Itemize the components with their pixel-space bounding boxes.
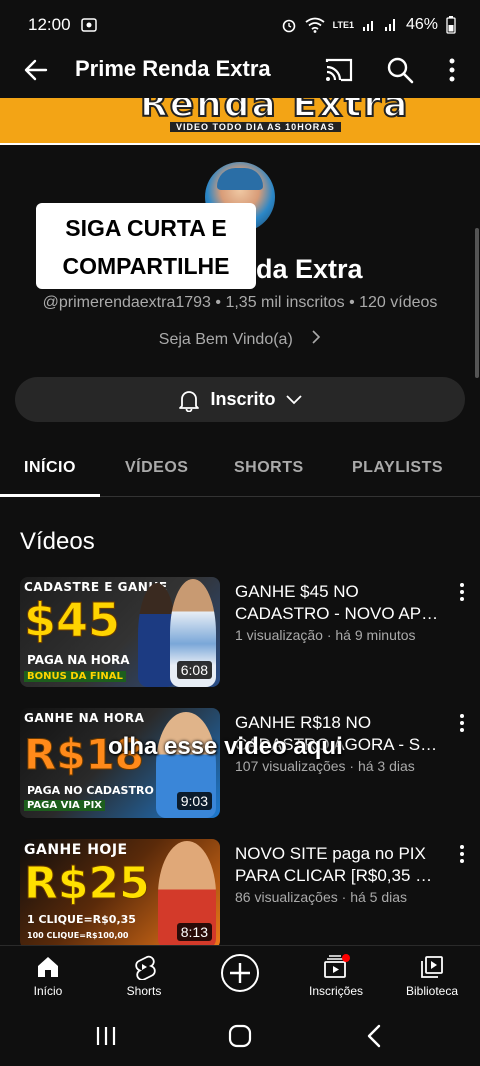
scrollbar[interactable] [475, 228, 479, 378]
subscriber-count: 1,35 mil inscritos [225, 294, 345, 311]
video-title[interactable]: GANHE $45 NO CADASTRO - NOVO AP… [235, 581, 445, 625]
meta-separator: • [215, 294, 226, 311]
battery-icon [446, 16, 456, 34]
video-thumbnail[interactable]: GANHE HOJE R$25 1 CLIQUE=R$0,35 100 CLIQ… [20, 839, 220, 945]
tab-inicio[interactable]: INÍCIO [24, 459, 76, 477]
video-item[interactable]: GANHE NA HORA R$18 PAGA NO CADASTRO PAGA… [0, 708, 480, 818]
nav-create[interactable] [192, 952, 288, 998]
thumb-big-text: R$25 [24, 858, 151, 909]
channel-banner: Renda Extra VIDEO TODO DIA AS 10HORAS [0, 98, 480, 145]
wifi-icon [305, 17, 325, 33]
channel-name: da Extra [256, 254, 363, 284]
nav-home-label: Início [33, 984, 63, 998]
video-more-icon[interactable] [456, 712, 468, 734]
video-views: 1 visualização [235, 627, 323, 643]
thumb-bottom-text: 100 CLIQUE=R$100,00 [27, 931, 129, 940]
battery-label: 46% [405, 16, 438, 33]
video-meta: 1 visualização · há 9 minutos [235, 627, 455, 643]
video-age: há 9 minutos [335, 627, 416, 643]
tab-shorts[interactable]: SHORTS [234, 459, 304, 477]
promo-sticker-line1: SIGA CURTA E [65, 215, 227, 241]
chevron-down-icon [285, 394, 302, 404]
thumb-bottom-text: BONUS DA FINAL [24, 671, 126, 682]
thumb-mid-text: PAGA NA HORA [27, 653, 130, 667]
thumb-big-text: $45 [23, 593, 121, 647]
alarm-icon [282, 19, 295, 33]
avatar-cap [217, 168, 263, 190]
video-title[interactable]: NOVO SITE paga no PIX PARA CLICAR [R$0,3… [235, 843, 445, 887]
nav-library-label: Biblioteca [405, 984, 459, 998]
video-count: 120 vídeos [359, 294, 438, 311]
more-options-icon[interactable] [440, 55, 464, 85]
video-views: 86 visualizações [235, 889, 338, 905]
channel-meta: @primerendaextra1793 • 1,35 mil inscrito… [0, 294, 480, 312]
subscribed-button[interactable]: Inscrito [15, 377, 465, 422]
nav-home[interactable]: Início [0, 954, 96, 998]
video-meta: 86 visualizações · há 5 dias [235, 889, 455, 905]
video-item[interactable]: CADASTRE E GANHE $45 PAGA NA HORA BONUS … [0, 577, 480, 687]
system-back-icon[interactable] [364, 1023, 384, 1049]
nav-shorts[interactable]: Shorts [96, 954, 192, 998]
create-icon [221, 954, 259, 992]
section-title: Vídeos [20, 528, 95, 555]
clock: 12:00 [28, 15, 71, 34]
meta-separator-2: • [349, 294, 360, 311]
subscriptions-icon [324, 954, 350, 978]
active-tab-indicator [0, 494, 100, 497]
app-bar: Prime Renda Extra [0, 50, 480, 90]
nav-subscriptions[interactable]: Inscrições [288, 954, 384, 998]
promo-sticker-line2: COMPARTILHE [62, 253, 230, 279]
system-navigation [0, 1011, 480, 1066]
video-age: há 3 dias [357, 758, 415, 774]
shorts-icon [135, 955, 156, 980]
nav-library[interactable]: Biblioteca [384, 954, 480, 998]
subscribed-label: Inscrito [210, 389, 276, 409]
video-more-icon[interactable] [456, 581, 468, 603]
video-duration: 8:13 [176, 923, 212, 941]
welcome-text: Seja Bem Vindo(a) [158, 331, 293, 348]
thumb-top-text: GANHE HOJE [24, 842, 128, 858]
meta-dot: · [341, 889, 351, 905]
search-icon[interactable] [385, 55, 415, 85]
channel-handle: @primerendaextra1793 [42, 294, 211, 311]
video-thumbnail[interactable]: GANHE NA HORA R$18 PAGA NO CADASTRO PAGA… [20, 708, 220, 818]
video-duration: 6:08 [176, 661, 212, 679]
video-item[interactable]: GANHE HOJE R$25 1 CLIQUE=R$0,35 100 CLIQ… [0, 839, 480, 945]
tab-videos[interactable]: VÍDEOS [125, 459, 188, 477]
thumb-mid-text: PAGA NO CADASTRO [27, 784, 154, 797]
home-icon [38, 957, 58, 977]
network-label: LTE1 [332, 19, 354, 30]
bottom-navigation: Início Shorts Inscrições Biblioteca [0, 945, 480, 1011]
video-thumbnail[interactable]: CADASTRE E GANHE $45 PAGA NA HORA BONUS … [20, 577, 220, 687]
thumb-mid-text: 1 CLIQUE=R$0,35 [27, 913, 136, 926]
video-age: há 5 dias [350, 889, 408, 905]
tab-playlists[interactable]: PLAYLISTS [352, 459, 443, 477]
recent-apps-icon[interactable] [94, 1025, 118, 1047]
bell-icon [179, 390, 200, 412]
nav-subscriptions-label: Inscrições [308, 984, 364, 998]
chevron-right-icon [312, 330, 321, 344]
cast-icon[interactable] [324, 56, 354, 84]
video-more-icon[interactable] [456, 843, 468, 865]
signal-icon-2 [384, 19, 395, 31]
page-title: Prime Renda Extra [75, 56, 271, 81]
signal-icon [362, 21, 373, 31]
thumb-bottom-text: PAGA VIA PIX [24, 800, 106, 811]
banner-subtitle: VIDEO TODO DIA AS 10HORAS [170, 122, 341, 132]
nav-shorts-label: Shorts [126, 984, 162, 998]
promo-sticker: SIGA CURTA E COMPARTILHE [36, 203, 256, 289]
meta-dot: · [349, 758, 358, 774]
video-duration: 9:03 [176, 792, 212, 810]
screen-record-icon [80, 18, 97, 32]
caption-overlay: olha esse video aqui [108, 733, 343, 760]
banner-title: Renda Extra [139, 98, 410, 126]
system-home-icon[interactable] [228, 1023, 252, 1049]
channel-tabs: INÍCIO VÍDEOS SHORTS PLAYLISTS [0, 445, 480, 497]
back-arrow-icon[interactable] [20, 54, 52, 86]
channel-description[interactable]: Seja Bem Vindo(a) [0, 330, 480, 349]
status-bar: 12:00 LTE1 46% [0, 0, 480, 50]
library-icon [421, 956, 443, 978]
thumb-top-text: GANHE NA HORA [24, 711, 145, 725]
